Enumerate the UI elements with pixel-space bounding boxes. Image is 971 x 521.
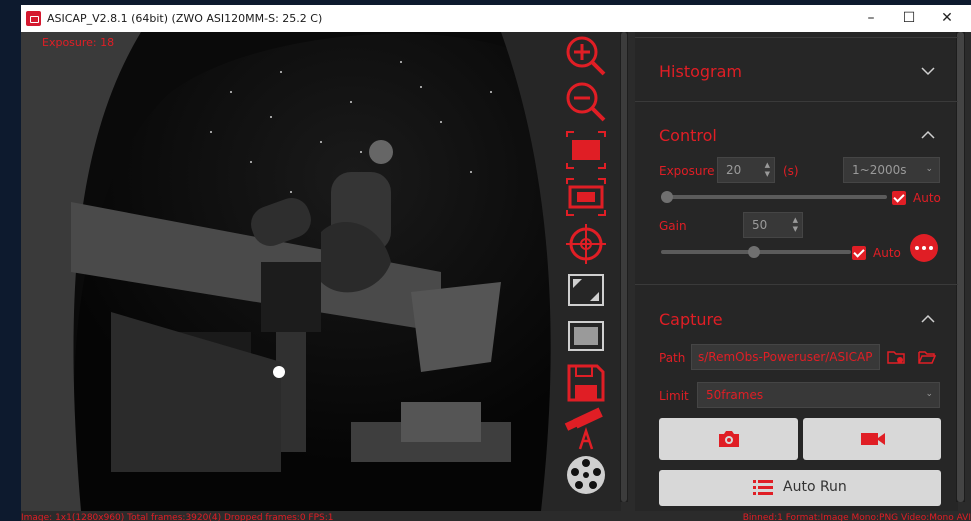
control-title[interactable]: Control xyxy=(659,126,717,145)
app-window: ASICAP_V2.8.1 (64bit) (ZWO ASI120MM-S: 2… xyxy=(21,5,971,521)
exposure-auto-label: Auto xyxy=(913,191,941,205)
path-label: Path xyxy=(659,351,686,365)
panel-scrollbar-thumb[interactable] xyxy=(957,32,964,502)
histogram-divider xyxy=(635,101,958,102)
zoom-in-icon[interactable] xyxy=(564,34,608,78)
exposure-slider[interactable] xyxy=(661,195,887,199)
viewer-scrollbar-thumb[interactable] xyxy=(621,32,627,502)
exposure-auto-checkbox[interactable] xyxy=(892,191,906,205)
display-mode-icon[interactable] xyxy=(564,314,608,358)
camera-icon xyxy=(719,431,739,447)
camera-preview[interactable]: Exposure: 18 xyxy=(21,32,621,511)
title-bar: ASICAP_V2.8.1 (64bit) (ZWO ASI120MM-S: 2… xyxy=(21,5,971,32)
limit-label: Limit xyxy=(659,389,689,403)
histogram-title[interactable]: Histogram xyxy=(659,62,742,81)
exposure-range-chevron-icon: ⌄ xyxy=(925,164,933,174)
gain-input[interactable]: 50 ▲ ▼ xyxy=(743,212,803,238)
capture-video-button[interactable] xyxy=(803,418,941,460)
exposure-overlay: Exposure: 18 xyxy=(42,36,115,49)
panel-scrollbar[interactable] xyxy=(956,32,965,502)
crosshair-icon[interactable] xyxy=(564,222,608,266)
telescope-control-icon[interactable] xyxy=(564,407,608,451)
auto-run-button[interactable]: Auto Run xyxy=(659,470,941,506)
limit-select[interactable]: 50frames ⌄ xyxy=(697,382,940,408)
fullscreen-icon[interactable] xyxy=(564,268,608,312)
zoom-out-icon[interactable] xyxy=(564,80,608,124)
gain-auto-label: Auto xyxy=(873,246,901,260)
observatory-image xyxy=(21,32,621,511)
window-title: ASICAP_V2.8.1 (64bit) (ZWO ASI120MM-S: 2… xyxy=(47,12,323,25)
gain-slider-handle[interactable] xyxy=(748,246,760,258)
gain-value: 50 xyxy=(752,218,768,232)
gain-label: Gain xyxy=(659,219,687,233)
status-bar-left: Image: 1x1(1280x960) Total frames:3920(4… xyxy=(21,513,334,521)
roi-icon[interactable] xyxy=(564,175,608,219)
auto-run-label: Auto Run xyxy=(783,479,847,495)
capture-title[interactable]: Capture xyxy=(659,310,723,329)
more-options-button[interactable] xyxy=(910,234,938,262)
app-logo-icon xyxy=(26,11,41,26)
capture-photo-button[interactable] xyxy=(659,418,798,460)
exposure-range-value: 1~2000s xyxy=(852,163,907,177)
status-bar-right: Binned:1 Format:Image Mono:PNG Video:Mon… xyxy=(742,513,971,521)
control-divider xyxy=(635,284,958,285)
exposure-value: 20 xyxy=(726,163,742,177)
exposure-slider-handle[interactable] xyxy=(661,191,673,203)
panel-top-divider xyxy=(635,37,958,38)
exposure-label: Exposure xyxy=(659,164,715,178)
chevron-down-icon[interactable] xyxy=(921,66,935,76)
maximize-button[interactable]: ☐ xyxy=(889,5,929,32)
limit-value: 50frames xyxy=(706,388,764,402)
exposure-stepper-icon[interactable]: ▲ ▼ xyxy=(765,161,770,179)
exposure-range-select[interactable]: 1~2000s ⌄ xyxy=(843,157,940,183)
chevron-up-icon[interactable] xyxy=(921,130,935,140)
chevron-up-icon[interactable] xyxy=(921,314,935,324)
minimize-button[interactable]: – xyxy=(851,5,891,32)
video-camera-icon xyxy=(861,433,885,445)
list-icon xyxy=(753,480,773,495)
gain-auto-checkbox[interactable] xyxy=(852,246,866,260)
folder-settings-icon[interactable] xyxy=(887,348,905,366)
filter-wheel-icon[interactable] xyxy=(564,453,608,497)
fit-to-window-icon[interactable] xyxy=(564,128,608,172)
limit-chevron-icon: ⌄ xyxy=(925,389,933,399)
path-input[interactable]: s/RemObs-Poweruser/ASICAP xyxy=(691,344,880,370)
gain-stepper-icon[interactable]: ▲ ▼ xyxy=(793,216,798,234)
save-icon[interactable] xyxy=(564,361,608,405)
exposure-unit: (s) xyxy=(783,164,799,178)
open-folder-icon[interactable] xyxy=(918,348,936,366)
viewer-scrollbar[interactable] xyxy=(620,32,628,502)
exposure-input[interactable]: 20 ▲ ▼ xyxy=(717,157,775,183)
close-button[interactable]: ✕ xyxy=(927,5,967,32)
